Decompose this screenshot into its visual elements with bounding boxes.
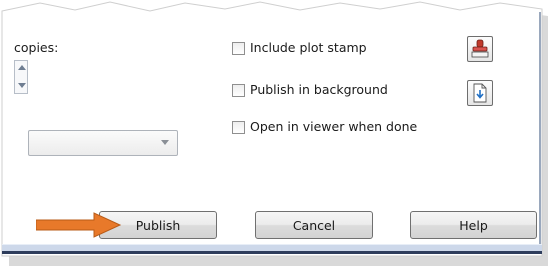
publish-in-background-checkbox[interactable] [232, 84, 245, 97]
orange-arrow-icon [36, 212, 122, 238]
spin-down-icon[interactable] [18, 83, 26, 88]
open-in-viewer-label: Open in viewer when done [250, 119, 418, 134]
plot-stamp-settings-button[interactable] [467, 36, 493, 62]
include-plot-stamp-checkbox[interactable] [232, 42, 245, 55]
publish-dialog: copies: Include plot stamp Publish in ba… [0, 0, 552, 276]
help-button[interactable]: Help [410, 211, 537, 239]
publish-in-background-label: Publish in background [250, 82, 388, 97]
chevron-down-icon [161, 140, 169, 145]
stamp-icon [471, 39, 489, 58]
copies-label: copies: [14, 40, 59, 55]
copies-spinner[interactable] [14, 60, 28, 94]
open-in-viewer-checkbox[interactable] [232, 121, 245, 134]
dropdown-select[interactable] [28, 130, 178, 156]
publish-options-button[interactable] [467, 80, 493, 106]
spin-up-icon[interactable] [18, 65, 26, 70]
cancel-button[interactable]: Cancel [255, 211, 373, 239]
document-download-icon [473, 83, 487, 103]
include-plot-stamp-label: Include plot stamp [250, 40, 367, 55]
